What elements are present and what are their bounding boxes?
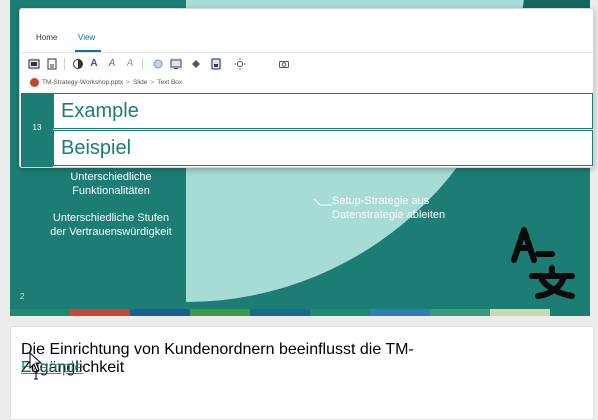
breadcrumb: TM-Strategy-Workshop.pptx > Slide > Text… <box>30 75 182 89</box>
text-style-icon[interactable]: A <box>124 58 136 70</box>
app-window: Unterschiedliche Funktionalitäten Unters… <box>0 0 598 420</box>
toolbar-divider <box>64 58 65 70</box>
row-number-badge: 13 <box>21 93 53 167</box>
shape-fill-icon[interactable] <box>152 58 164 70</box>
suggestion-item-beispiel[interactable]: Beispiel <box>53 130 593 166</box>
leader-line <box>314 199 332 206</box>
normal-view-icon[interactable] <box>28 58 40 70</box>
camera-icon[interactable] <box>278 58 290 70</box>
speaker-notes-pane[interactable]: Die Einrichtung von Kundenordnern beeinf… <box>10 326 594 420</box>
sun-brightness-icon[interactable] <box>234 58 246 70</box>
suggestion-list: 13 Example Beispiel <box>20 93 593 167</box>
slide-color-bar <box>10 309 590 316</box>
powerpoint-file-icon <box>30 77 39 87</box>
ribbon-tabs: Home View <box>20 25 593 53</box>
suggestion-item-example[interactable]: Example <box>53 93 593 129</box>
breadcrumb-separator: > <box>150 78 155 86</box>
suggestion-text: Example <box>61 100 139 122</box>
suggestion-text: Beispiel <box>61 137 132 159</box>
toolbar-divider <box>142 58 143 70</box>
translate-icon <box>511 227 575 299</box>
slide-page-number: 2 <box>20 292 25 301</box>
italic-font-icon[interactable]: A <box>106 58 118 70</box>
breadcrumb-separator: > <box>126 78 130 86</box>
contrast-icon[interactable] <box>72 58 84 70</box>
translation-panel: Home View A A A TM-Strategy-Workshop.ppt… <box>19 8 594 168</box>
notes-text[interactable]: Die Einrichtung von Kundenordnern beeinf… <box>21 341 491 377</box>
breadcrumb-file[interactable]: TM-Strategy-Workshop.pptx <box>42 79 123 86</box>
tab-home[interactable]: Home <box>30 31 63 44</box>
active-tab-indicator <box>75 50 101 52</box>
notes-page-icon[interactable] <box>46 58 58 70</box>
slide-text-trust-levels: Unterschiedliche Stufen der Vertrauenswü… <box>50 212 172 238</box>
breadcrumb-slide[interactable]: Slide <box>133 79 147 86</box>
paint-bucket-icon[interactable] <box>190 58 202 70</box>
slide-text-setup-strategy: Setup-Strategie aus Datenstrategie ablei… <box>332 195 446 221</box>
mouse-cursor-icon <box>29 352 43 380</box>
row-number: 13 <box>32 123 42 132</box>
font-color-icon[interactable]: A <box>88 58 100 70</box>
slide-text-functionalities: Unterschiedliche Funktionalitäten <box>70 171 152 197</box>
breadcrumb-text-box[interactable]: Text Box <box>157 79 182 86</box>
ribbon-toolbar: A A A <box>20 53 593 75</box>
screen-icon[interactable] <box>170 58 182 70</box>
fit-slide-icon[interactable] <box>210 58 222 70</box>
tab-view[interactable]: View <box>72 31 101 44</box>
